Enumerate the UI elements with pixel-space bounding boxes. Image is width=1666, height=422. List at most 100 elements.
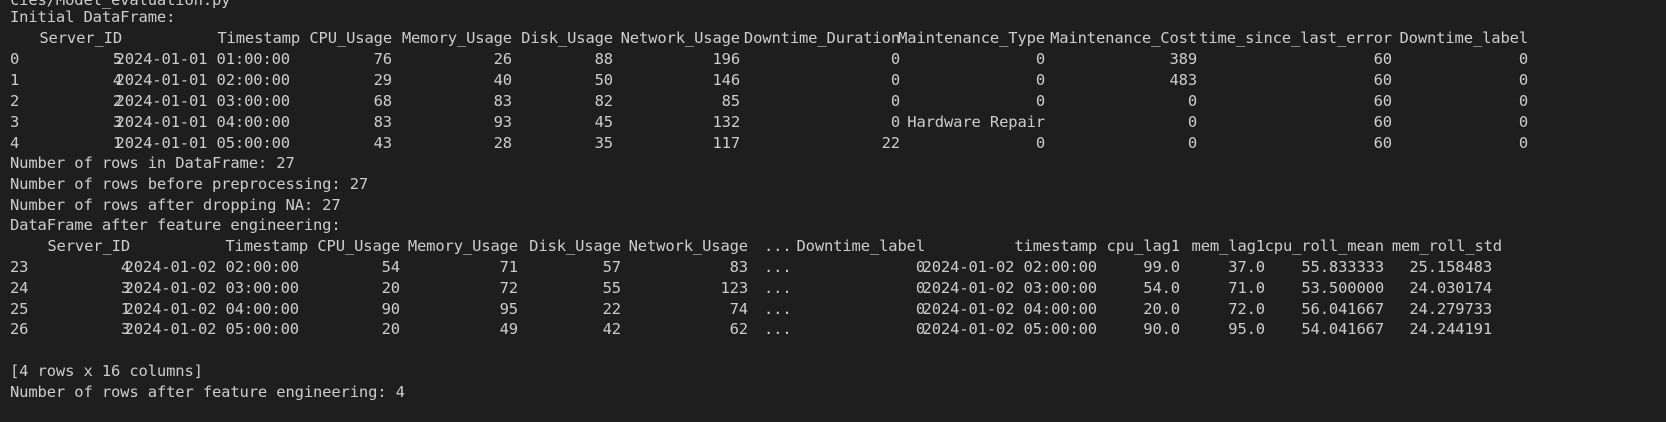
- table-cell: 88: [594, 50, 614, 68]
- table-cell: 2024-01-01 04:00:00: [115, 113, 291, 131]
- table-row: 3 3 2024-01-01 04:00:00 83 93 45 132 0 H…: [10, 112, 1528, 133]
- table-cell: 2024-01-01 01:00:00: [115, 50, 291, 68]
- initial-dataframe-title: Initial DataFrame:: [10, 8, 176, 26]
- row-index: 26: [10, 320, 29, 338]
- table-cell: 0: [1518, 134, 1528, 152]
- table-cell: 20: [381, 320, 401, 338]
- ellipsis-cell: ...: [764, 279, 792, 297]
- table-row: 0 5 2024-01-01 01:00:00 76 26 88 196 0 0…: [10, 49, 1528, 70]
- column-header: Timestamp: [225, 237, 308, 255]
- table-cell: 22: [881, 134, 901, 152]
- row-index: 2: [10, 92, 20, 110]
- table-cell: 2024-01-02 04:00:00: [124, 300, 300, 318]
- table-cell: 0: [890, 50, 900, 68]
- table-cell: 82: [594, 92, 614, 110]
- column-header: Server_ID: [39, 29, 122, 47]
- column-header: Network_Usage: [620, 29, 741, 47]
- table-row: 2 2 2024-01-01 03:00:00 68 83 82 85 0 0 …: [10, 91, 1528, 112]
- initial-dataframe-header: Server_ID Timestamp CPU_Usage Memory_Usa…: [10, 28, 1528, 49]
- table-cell: 20.0: [1143, 300, 1180, 318]
- row-index: 0: [10, 50, 20, 68]
- table-cell: 24.279733: [1409, 300, 1492, 318]
- table-cell: Hardware Repair: [907, 113, 1045, 131]
- table-cell: 0: [1518, 50, 1528, 68]
- table-cell: 83: [373, 113, 393, 131]
- table-cell: 123: [720, 279, 748, 297]
- table-cell: 56.041667: [1301, 300, 1384, 318]
- table-cell: 25.158483: [1409, 258, 1492, 276]
- column-header: Downtime_label: [796, 237, 925, 255]
- ellipsis-cell: ...: [764, 258, 792, 276]
- table-cell: 0: [1518, 71, 1528, 89]
- table-cell: 45: [594, 113, 614, 131]
- table-cell: 26: [493, 50, 513, 68]
- table-cell: 50: [594, 71, 614, 89]
- column-header: cpu_lag1: [1106, 237, 1181, 255]
- table-cell: 43: [373, 134, 393, 152]
- table-cell: 0: [1187, 134, 1197, 152]
- table-cell: 0: [1518, 92, 1528, 110]
- terminal-output[interactable]: cies/Model_evaluation.py Initial DataFra…: [0, 0, 1666, 422]
- row-index: 3: [10, 113, 20, 131]
- table-cell: 28: [493, 134, 513, 152]
- table-cell: 57: [602, 258, 622, 276]
- table-cell: 0: [890, 92, 900, 110]
- table-cell: 0: [1035, 134, 1045, 152]
- table-cell: 95.0: [1228, 320, 1265, 338]
- table-cell: 71.0: [1228, 279, 1265, 297]
- table-cell: 196: [712, 50, 740, 68]
- ellipsis-cell: ...: [764, 320, 792, 338]
- table-cell: 0: [1035, 50, 1045, 68]
- table-cell: 24.244191: [1409, 320, 1492, 338]
- table-cell: 85: [721, 92, 741, 110]
- table-row: 24 3 2024-01-02 03:00:00 20 72 55 123 ..…: [10, 278, 1492, 299]
- table-cell: 35: [594, 134, 614, 152]
- table-cell: 117: [712, 134, 740, 152]
- table-cell: 49: [499, 320, 519, 338]
- table-cell: 95: [499, 300, 519, 318]
- column-header: time_since_last_error: [1199, 29, 1392, 47]
- feature-dataframe-header: Server_ID Timestamp CPU_Usage Memory_Usa…: [10, 236, 1502, 257]
- table-cell: 24.030174: [1409, 279, 1492, 297]
- table-cell: 60: [1373, 71, 1393, 89]
- table-cell: 62: [729, 320, 749, 338]
- table-cell: 83: [493, 92, 513, 110]
- table-cell: 389: [1169, 50, 1197, 68]
- row-count-message: Number of rows in DataFrame: 27: [10, 154, 295, 172]
- table-cell: 54: [381, 258, 401, 276]
- column-header: mem_roll_std: [1391, 237, 1502, 255]
- column-header: Network_Usage: [628, 237, 749, 255]
- table-cell: 60: [1373, 113, 1393, 131]
- table-cell: 93: [493, 113, 513, 131]
- table-cell: 76: [373, 50, 393, 68]
- column-header: CPU_Usage: [317, 237, 400, 255]
- table-cell: 74: [729, 300, 749, 318]
- table-cell: 72.0: [1228, 300, 1265, 318]
- table-row: 23 4 2024-01-02 02:00:00 54 71 57 83 ...…: [10, 257, 1492, 278]
- table-cell: 55.833333: [1301, 258, 1384, 276]
- table-cell: 83: [729, 258, 749, 276]
- feature-engineering-title: DataFrame after feature engineering:: [10, 216, 341, 234]
- table-cell: 2024-01-01 05:00:00: [115, 134, 291, 152]
- table-cell: 54.0: [1143, 279, 1180, 297]
- dropna-message: Number of rows after dropping NA: 27: [10, 196, 341, 214]
- column-header: Disk_Usage: [521, 29, 613, 47]
- table-cell: 29: [373, 71, 393, 89]
- table-cell: 0: [1035, 92, 1045, 110]
- table-row: 4 1 2024-01-01 05:00:00 43 28 35 117 22 …: [10, 133, 1528, 154]
- table-cell: 55: [602, 279, 622, 297]
- table-cell: 2024-01-02 03:00:00: [124, 279, 300, 297]
- table-cell: 40: [493, 71, 513, 89]
- table-cell: 99.0: [1143, 258, 1180, 276]
- column-header: Downtime_label: [1399, 29, 1528, 47]
- table-cell: 60: [1373, 92, 1393, 110]
- feature-engineering-row-message: Number of rows after feature engineering…: [10, 383, 405, 401]
- table-cell: 2024-01-01 02:00:00: [115, 71, 291, 89]
- table-cell: 0: [1187, 113, 1197, 131]
- table-cell: 68: [373, 92, 393, 110]
- dataframe-shape-note: [4 rows x 16 columns]: [10, 362, 203, 380]
- column-header: Maintenance_Type: [898, 29, 1045, 47]
- ellipsis-column: ...: [764, 237, 792, 255]
- table-cell: 2024-01-02 04:00:00: [922, 300, 1098, 318]
- table-cell: 132: [712, 113, 740, 131]
